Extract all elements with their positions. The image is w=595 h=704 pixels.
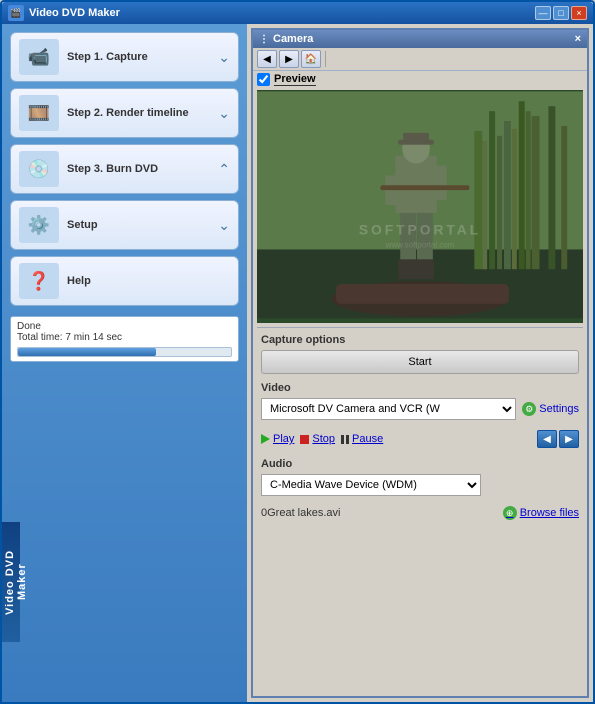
stop-label: Stop (312, 433, 335, 445)
stop-button[interactable]: Stop (300, 433, 335, 445)
video-device-row: Microsoft DV Camera and VCR (W ⚙ Setting… (261, 398, 579, 420)
step1-label: Step 1. Capture (67, 51, 218, 63)
close-button[interactable]: × (571, 6, 587, 20)
step1-button[interactable]: 📹 Step 1. Capture ⌄ (10, 32, 239, 82)
setup-button[interactable]: ⚙️ Setup ⌄ (10, 200, 239, 250)
window-title: Video DVD Maker (29, 7, 535, 19)
main-content: 📹 Step 1. Capture ⌄ 🎞️ Step 2. Render ti… (2, 24, 593, 702)
app-icon: 🎬 (8, 5, 24, 21)
play-button[interactable]: Play (261, 433, 294, 445)
camera-toolbar: ◀ ▶ 🏠 (253, 48, 587, 71)
progress-bar-fill (18, 348, 156, 356)
preview-label: Preview (274, 73, 316, 86)
capture-section-title: Capture options (261, 334, 579, 346)
progress-bar-container (17, 347, 232, 357)
pause-icon (341, 435, 349, 444)
stop-icon (300, 435, 309, 444)
setup-arrow-icon: ⌄ (218, 217, 230, 234)
play-icon (261, 434, 270, 444)
nav-group: ◀ ▶ (537, 430, 579, 448)
setup-label: Setup (67, 219, 218, 231)
transport-row: Play Stop Pause ◀ (253, 424, 587, 454)
camera-title-bar: ⋮ Camera × (253, 30, 587, 48)
video-preview: SOFTPORTAL www.softportal.com (257, 90, 583, 323)
help-button[interactable]: ❓ Help (10, 256, 239, 306)
audio-section: Audio C-Media Wave Device (WDM) (253, 454, 587, 500)
settings-label: Settings (539, 403, 579, 415)
setup-icon: ⚙️ (19, 207, 59, 243)
video-section-title: Video (261, 382, 579, 394)
svg-text:www.softportal.com: www.softportal.com (385, 240, 455, 249)
back-button[interactable]: ◀ (257, 50, 277, 68)
capture-section: Capture options Start (253, 330, 587, 378)
step3-label: Step 3. Burn DVD (67, 163, 218, 175)
audio-section-title: Audio (261, 458, 579, 470)
file-section: 0Great lakes.avi ⊕ Browse files (253, 500, 587, 526)
sidebar: 📹 Step 1. Capture ⌄ 🎞️ Step 2. Render ti… (2, 24, 247, 702)
help-icon: ❓ (19, 263, 59, 299)
step2-arrow-icon: ⌄ (218, 105, 230, 122)
camera-window: ⋮ Camera × ◀ ▶ 🏠 Preview (251, 28, 589, 698)
status-box: Done Total time: 7 min 14 sec (10, 316, 239, 362)
main-window: 🎬 Video DVD Maker — □ × 📹 Step 1. Captur… (0, 0, 595, 704)
camera-title-icon: ⋮ (259, 34, 269, 45)
step2-label: Step 2. Render timeline (67, 107, 218, 119)
camera-close-button[interactable]: × (575, 33, 581, 45)
browse-label: Browse files (520, 507, 579, 519)
minimize-button[interactable]: — (535, 6, 551, 20)
preview-area: Preview (253, 71, 587, 88)
browse-files-button[interactable]: ⊕ Browse files (503, 506, 579, 520)
video-device-select[interactable]: Microsoft DV Camera and VCR (W (261, 398, 516, 420)
camera-title-text: Camera (273, 33, 575, 45)
forward-button[interactable]: ▶ (279, 50, 299, 68)
start-button[interactable]: Start (261, 350, 579, 374)
settings-button[interactable]: ⚙ Settings (522, 402, 579, 416)
right-panel: ⋮ Camera × ◀ ▶ 🏠 Preview (247, 24, 593, 702)
step2-button[interactable]: 🎞️ Step 2. Render timeline ⌄ (10, 88, 239, 138)
pause-label: Pause (352, 433, 383, 445)
title-bar: 🎬 Video DVD Maker — □ × (2, 2, 593, 24)
settings-icon: ⚙ (522, 402, 536, 416)
nav-prev-button[interactable]: ◀ (537, 430, 557, 448)
file-name: 0Great lakes.avi (261, 507, 340, 519)
step3-icon: 💿 (19, 151, 59, 187)
nav-next-button[interactable]: ▶ (559, 430, 579, 448)
home-button[interactable]: 🏠 (301, 50, 321, 68)
window-controls: — □ × (535, 6, 587, 20)
audio-device-select[interactable]: C-Media Wave Device (WDM) (261, 474, 481, 496)
video-section: Video Microsoft DV Camera and VCR (W ⚙ S… (253, 378, 587, 424)
divider1 (257, 327, 583, 328)
video-scene: SOFTPORTAL www.softportal.com (257, 90, 583, 320)
play-label: Play (273, 433, 294, 445)
step2-icon: 🎞️ (19, 95, 59, 131)
step3-chevron-up-icon: ⌃ (218, 161, 230, 178)
svg-text:SOFTPORTAL: SOFTPORTAL (359, 222, 481, 238)
step1-arrow-icon: ⌄ (218, 49, 230, 66)
preview-checkbox[interactable] (257, 73, 270, 86)
status-line1: Done (17, 321, 232, 332)
step3-button[interactable]: 💿 Step 3. Burn DVD ⌃ (10, 144, 239, 194)
help-label: Help (67, 275, 230, 287)
status-line2: Total time: 7 min 14 sec (17, 332, 232, 343)
toolbar-separator (325, 51, 326, 67)
browse-icon: ⊕ (503, 506, 517, 520)
sidebar-vertical-label: Video DVD Maker (2, 522, 20, 642)
maximize-button[interactable]: □ (553, 6, 569, 20)
step1-icon: 📹 (19, 39, 59, 75)
pause-button[interactable]: Pause (341, 433, 383, 445)
